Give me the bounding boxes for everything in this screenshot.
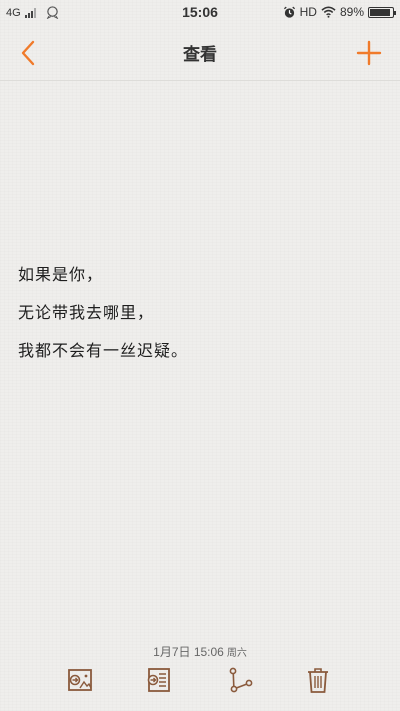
battery-icon — [368, 6, 396, 18]
note-line: 如果是你， — [18, 265, 104, 284]
export-text-button[interactable] — [142, 664, 174, 696]
export-text-icon — [147, 668, 170, 692]
battery-fill — [370, 8, 390, 16]
battery-percent: 89% — [339, 5, 364, 19]
hd-label: HD — [299, 5, 317, 19]
nav-bar: 查看 — [0, 26, 400, 80]
export-image-button[interactable] — [64, 664, 96, 696]
page-title: 查看 — [183, 45, 217, 65]
trash-icon — [308, 668, 328, 693]
plus-icon — [356, 40, 382, 66]
add-note-button[interactable] — [354, 38, 384, 68]
share-button[interactable] — [224, 664, 256, 696]
status-bar: 4G 15:06 HD 89% — [0, 0, 400, 26]
note-timestamp: 1月7日 15:06 周六 — [0, 643, 400, 660]
share-icon — [229, 667, 253, 693]
note-content[interactable]: 如果是你， 无论带我去哪里， 我都不会有一丝迟疑。 — [18, 256, 382, 370]
alarm-icon — [283, 6, 295, 18]
back-button[interactable] — [14, 38, 44, 68]
delete-button[interactable] — [302, 664, 334, 696]
bottom-toolbar — [0, 662, 400, 698]
note-weekday: 周六 — [226, 648, 247, 659]
export-image-icon — [68, 669, 92, 691]
chevron-left-icon — [21, 40, 35, 66]
nav-divider — [0, 80, 400, 81]
wifi-icon — [321, 6, 336, 18]
note-line: 无论带我去哪里， — [18, 303, 155, 322]
note-date: 1月7日 15:06 — [153, 645, 224, 659]
status-right: HD 89% — [283, 5, 396, 19]
note-line: 我都不会有一丝迟疑。 — [18, 341, 189, 360]
